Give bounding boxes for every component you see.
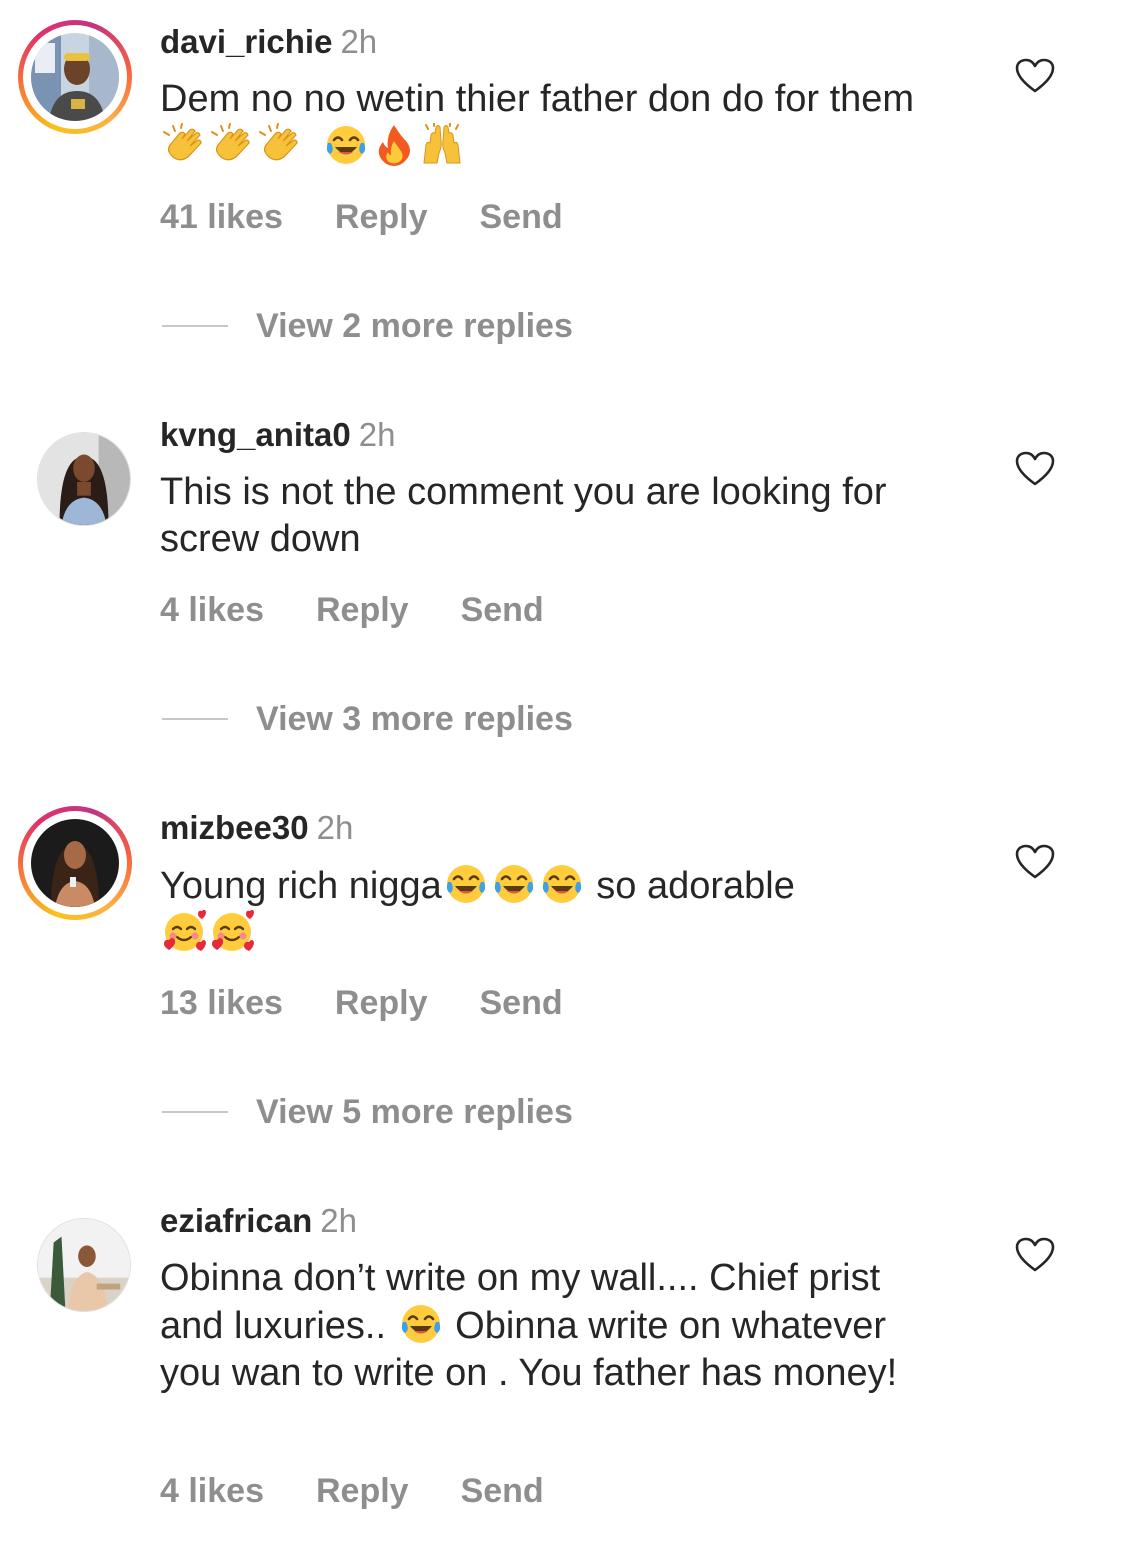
view-more-replies-button[interactable]: View 2 more replies [162,306,573,346]
avatar[interactable] [18,806,132,920]
username[interactable]: mizbee30 [160,809,309,846]
tears-of-joy-icon [444,862,488,906]
tears-of-joy-icon [492,862,536,906]
tears-of-joy-icon [540,862,584,906]
reply-button[interactable]: Reply [316,590,409,630]
comment-header: davi_richie 2h [160,22,377,62]
comment-text: This is not the comment you are looking … [160,469,940,563]
username[interactable]: eziafrican [160,1202,312,1239]
view-replies-label: View 5 more replies [256,1093,573,1131]
avatar-image [37,432,131,526]
likes-count[interactable]: 4 likes [160,590,264,630]
timestamp: 2h [316,809,354,846]
comment-header: kvng_anita0 2h [160,415,395,455]
comment-text: Obinna don’t write on my wall.... Chief … [160,1255,940,1397]
clapping-hands-icon [210,123,254,167]
comment-text-body: This is not the comment you are looking … [160,471,898,560]
profile-photo-woman [38,433,130,525]
send-button[interactable]: Send [461,1471,544,1511]
comment-actions: 41 likes Reply Send [160,197,563,237]
reply-button[interactable]: Reply [316,1471,409,1511]
view-replies-label: View 2 more replies [256,307,573,345]
replies-divider [162,718,228,720]
send-button[interactable]: Send [461,590,544,630]
reply-button[interactable]: Reply [335,983,428,1023]
timestamp: 2h [320,1202,357,1239]
comment-actions: 4 likes Reply Send [160,590,544,630]
avatar[interactable] [18,413,132,527]
like-heart-icon[interactable] [1015,451,1055,487]
view-replies-label: View 3 more replies [256,700,573,738]
clapping-hands-icon [258,123,302,167]
like-heart-icon[interactable] [1015,58,1055,94]
avatar[interactable] [18,20,132,134]
comment-actions: 4 likes Reply Send [160,1471,544,1511]
likes-count[interactable]: 41 likes [160,197,283,237]
likes-count[interactable]: 4 likes [160,1471,264,1511]
avatar-image [37,1218,131,1312]
avatar-image [31,819,119,907]
clapping-hands-icon [162,123,206,167]
like-heart-icon[interactable] [1015,844,1055,880]
fire-icon [372,123,416,167]
profile-photo-woman [31,819,119,907]
comment-header: mizbee30 2h [160,808,353,848]
username[interactable]: kvng_anita0 [160,416,351,453]
avatar[interactable] [18,1199,132,1313]
view-more-replies-button[interactable]: View 3 more replies [162,699,573,739]
comment-text-body: Dem no no wetin thier father don do for … [160,78,925,120]
smiling-face-with-hearts-icon [162,910,206,954]
username[interactable]: davi_richie [160,23,332,60]
replies-divider [162,1111,228,1113]
comment-text-body: Young rich nigga [160,865,442,907]
timestamp: 2h [340,23,378,60]
smiling-face-with-hearts-icon [210,910,254,954]
comment-header: eziafrican 2h [160,1201,357,1241]
reply-button[interactable]: Reply [335,197,428,237]
profile-photo-man [31,33,119,121]
timestamp: 2h [358,416,396,453]
tears-of-joy-icon [324,123,368,167]
view-more-replies-button[interactable]: View 5 more replies [162,1092,573,1132]
likes-count[interactable]: 13 likes [160,983,283,1023]
comment-actions: 13 likes Reply Send [160,983,563,1023]
replies-divider [162,325,228,327]
send-button[interactable]: Send [479,983,562,1023]
avatar-image [31,33,119,121]
send-button[interactable]: Send [479,197,562,237]
profile-photo-woman [38,1219,130,1311]
like-heart-icon[interactable] [1015,1237,1055,1273]
comment-text: Young rich nigga so adorable [160,862,940,958]
raising-hands-icon [420,123,464,167]
comment-text-body: so adorable [585,865,795,907]
tears-of-joy-icon [399,1302,443,1346]
comment-text: Dem no no wetin thier father don do for … [160,76,940,171]
